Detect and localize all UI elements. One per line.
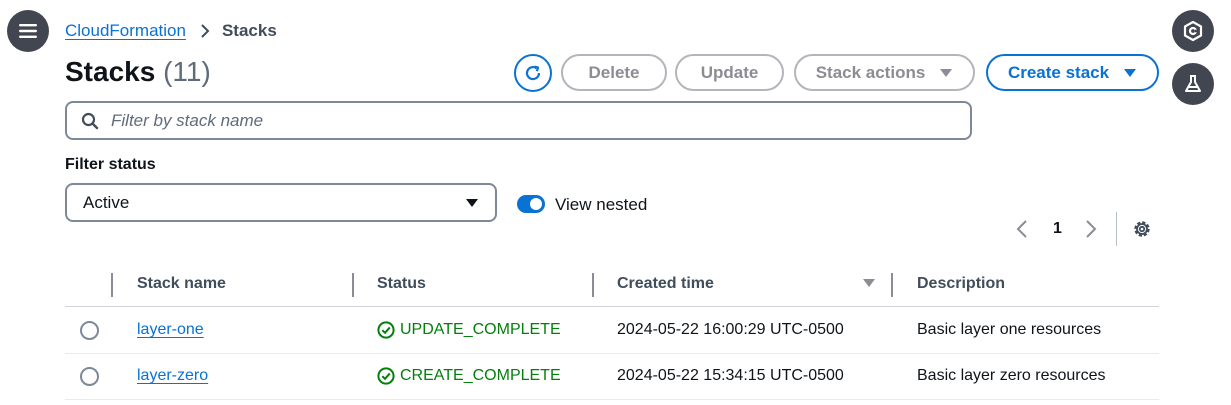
description: Basic layer one resources bbox=[917, 321, 1102, 338]
page-title: Stacks (11) bbox=[65, 56, 211, 88]
column-header-stack-name[interactable]: Stack name bbox=[137, 275, 226, 293]
view-nested-label: View nested bbox=[555, 195, 648, 214]
pagination-divider bbox=[1116, 212, 1117, 246]
filter-status-value: Active bbox=[83, 192, 130, 212]
chevron-right-icon bbox=[200, 23, 210, 39]
status-cell: UPDATE_COMPLETE bbox=[377, 321, 561, 339]
column-header-description[interactable]: Description bbox=[917, 275, 1005, 293]
breadcrumb-cloudformation-link[interactable]: CloudFormation bbox=[65, 21, 186, 41]
stack-count: (11) bbox=[163, 56, 211, 87]
shield-gear-icon bbox=[1183, 20, 1203, 42]
status-text: UPDATE_COMPLETE bbox=[400, 321, 561, 338]
previous-page-button[interactable] bbox=[1016, 214, 1028, 244]
stack-actions-label: Stack actions bbox=[815, 62, 926, 82]
column-divider bbox=[111, 273, 113, 297]
create-stack-button[interactable]: Create stack bbox=[986, 54, 1159, 91]
lab-button[interactable] bbox=[1172, 63, 1214, 105]
refresh-button[interactable] bbox=[514, 54, 552, 92]
breadcrumb-current: Stacks bbox=[221, 21, 277, 40]
column-header-created-time[interactable]: Created time bbox=[617, 275, 714, 293]
breadcrumb: CloudFormation Stacks bbox=[65, 21, 277, 41]
gear-icon bbox=[1134, 221, 1150, 237]
chevron-left-icon bbox=[1016, 220, 1027, 238]
chevron-right-icon bbox=[1086, 220, 1097, 238]
created-time: 2024-05-22 16:00:29 UTC-0500 bbox=[617, 321, 844, 338]
security-button[interactable] bbox=[1172, 10, 1214, 52]
row-select-radio[interactable] bbox=[80, 367, 99, 386]
column-divider[interactable] bbox=[891, 273, 893, 297]
menu-button[interactable] bbox=[7, 10, 49, 52]
preferences-button[interactable] bbox=[1131, 214, 1153, 244]
caret-down-icon bbox=[466, 198, 478, 207]
caret-down-icon bbox=[939, 68, 953, 78]
stack-name-link[interactable]: layer-zero bbox=[137, 367, 208, 385]
search-icon bbox=[81, 112, 99, 129]
description: Basic layer zero resources bbox=[917, 367, 1106, 384]
sort-descending-icon[interactable] bbox=[862, 278, 876, 288]
status-text: CREATE_COMPLETE bbox=[400, 367, 561, 384]
stack-actions-button[interactable]: Stack actions bbox=[794, 54, 975, 91]
create-stack-label: Create stack bbox=[1007, 62, 1110, 82]
delete-button[interactable]: Delete bbox=[561, 54, 667, 91]
update-button[interactable]: Update bbox=[675, 54, 784, 91]
page-title-text: Stacks bbox=[65, 56, 156, 87]
stack-name-link[interactable]: layer-one bbox=[137, 321, 204, 339]
hamburger-menu-icon bbox=[19, 24, 37, 38]
flask-icon bbox=[1185, 75, 1201, 92]
next-page-button[interactable] bbox=[1085, 214, 1097, 244]
column-header-status[interactable]: Status bbox=[377, 275, 426, 293]
column-divider[interactable] bbox=[592, 273, 594, 297]
toggle-knob bbox=[530, 198, 542, 210]
table-header: Stack name Status Created time Descripti… bbox=[65, 267, 1159, 307]
table-row[interactable]: layer-zero CREATE_COMPLETE 2024-05-22 15… bbox=[65, 354, 1159, 400]
row-select-radio[interactable] bbox=[80, 321, 99, 340]
view-nested-toggle[interactable] bbox=[517, 195, 545, 213]
table-row[interactable]: layer-one UPDATE_COMPLETE 2024-05-22 16:… bbox=[65, 308, 1159, 354]
search-box bbox=[65, 101, 972, 140]
filter-status-label: Filter status bbox=[65, 156, 156, 173]
check-circle-icon bbox=[377, 367, 395, 385]
refresh-icon bbox=[525, 65, 541, 81]
column-divider[interactable] bbox=[352, 273, 354, 297]
caret-down-icon bbox=[1123, 68, 1137, 78]
filter-status-select[interactable]: Active bbox=[65, 183, 497, 222]
search-input[interactable] bbox=[111, 110, 911, 131]
created-time: 2024-05-22 15:34:15 UTC-0500 bbox=[617, 367, 844, 384]
status-cell: CREATE_COMPLETE bbox=[377, 367, 561, 385]
check-circle-icon bbox=[377, 321, 395, 339]
page-number[interactable]: 1 bbox=[1053, 214, 1062, 244]
